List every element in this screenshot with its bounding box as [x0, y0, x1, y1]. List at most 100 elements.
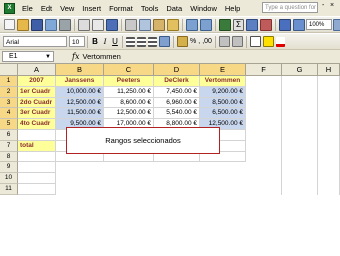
excel-app-icon[interactable]: X [4, 2, 15, 14]
column-header-a[interactable]: A [18, 64, 56, 76]
currency-icon[interactable] [177, 36, 188, 47]
row-header[interactable]: 10 [0, 173, 18, 184]
autosum-icon[interactable]: Σ [233, 18, 244, 31]
row-header[interactable]: 5 [0, 119, 18, 130]
cell-a5[interactable]: 4to Cuadr [18, 119, 56, 130]
cell-b3[interactable]: 12,500.00 € [56, 97, 104, 109]
menu-data[interactable]: Data [162, 4, 186, 13]
spelling-icon[interactable] [106, 18, 118, 31]
align-right-icon[interactable] [148, 36, 157, 47]
empty-cell-area[interactable] [318, 76, 340, 195]
row-header[interactable]: 7 [0, 140, 18, 152]
cell-c1[interactable]: Peeters [104, 76, 154, 87]
fill-color-icon[interactable] [262, 36, 274, 47]
print-preview-icon[interactable] [92, 18, 104, 31]
select-all-corner[interactable] [0, 64, 18, 76]
column-header-h[interactable]: H [318, 64, 340, 76]
cell-a2[interactable]: 1er Cuadr [18, 86, 56, 98]
copy-icon[interactable] [139, 18, 151, 31]
row-header[interactable]: 3 [0, 97, 18, 109]
cell-a1[interactable]: 2007 [18, 76, 56, 87]
insert-function-icon[interactable]: fx [72, 52, 79, 61]
align-center-icon[interactable] [137, 36, 146, 47]
menu-view[interactable]: Vew [56, 4, 78, 13]
empty-cell-area[interactable] [282, 76, 318, 195]
chart-wizard-icon[interactable] [279, 18, 291, 31]
merge-center-icon[interactable] [159, 36, 170, 47]
cell-d4[interactable]: 5,540.00 € [154, 108, 200, 120]
open-folder-icon[interactable] [17, 18, 29, 31]
cell-a8[interactable] [18, 151, 56, 163]
print-icon[interactable] [78, 18, 90, 31]
empty-cell-area[interactable] [246, 76, 282, 195]
menu-help[interactable]: Help [221, 4, 244, 13]
formula-content[interactable]: Vertommen [82, 52, 120, 61]
menu-window[interactable]: Window [186, 4, 221, 13]
sort-ascending-icon[interactable] [246, 18, 258, 31]
cell-e2[interactable]: 9,200.00 € [200, 86, 246, 98]
font-name-select[interactable]: Arial [3, 36, 67, 47]
column-header-d[interactable]: D [154, 64, 200, 76]
format-painter-icon[interactable] [167, 18, 179, 31]
cell-a9[interactable] [18, 162, 56, 174]
column-header-c[interactable]: C [104, 64, 154, 76]
underline-button[interactable]: U [110, 36, 120, 47]
help-question-input[interactable]: Type a question for help [262, 2, 318, 13]
cell-d3[interactable]: 6,960.00 € [154, 97, 200, 109]
cut-icon[interactable] [125, 18, 137, 31]
chevron-down-icon[interactable]: ▼ [45, 52, 51, 62]
cell-c2[interactable]: 11,250.00 € [104, 86, 154, 98]
paste-icon[interactable] [153, 18, 165, 31]
column-header-g[interactable]: G [282, 64, 318, 76]
font-size-select[interactable]: 10 [69, 36, 85, 47]
cell-d2[interactable]: 7,450.00 € [154, 86, 200, 98]
cell-a3[interactable]: 2do Cuadr [18, 97, 56, 109]
help-icon[interactable] [333, 18, 340, 31]
row-header[interactable]: 2 [0, 86, 18, 98]
name-box[interactable]: E1 ▼ [2, 51, 54, 62]
decrease-indent-icon[interactable] [218, 36, 230, 47]
email-icon[interactable] [59, 18, 71, 31]
font-color-icon[interactable] [275, 36, 285, 47]
new-document-icon[interactable] [4, 19, 15, 30]
italic-button[interactable]: I [100, 36, 110, 47]
row-header[interactable]: 11 [0, 184, 18, 195]
zoom-select[interactable]: 100% [306, 19, 332, 30]
permission-icon[interactable] [45, 18, 57, 31]
cell-c3[interactable]: 8,600.00 € [104, 97, 154, 109]
menu-file[interactable]: Ele [18, 4, 37, 13]
hyperlink-icon[interactable] [219, 18, 231, 31]
close-window-button[interactable]: × [330, 2, 334, 9]
cell-a11[interactable] [18, 184, 56, 195]
cell-b2[interactable]: 10,000.00 € [56, 86, 104, 98]
cell-a6[interactable] [18, 130, 56, 141]
row-header[interactable]: 9 [0, 162, 18, 174]
menu-tools[interactable]: Tools [137, 4, 163, 13]
undo-icon[interactable] [186, 18, 198, 31]
column-header-b[interactable]: B [56, 64, 104, 76]
row-header[interactable]: 1 [0, 76, 18, 87]
bold-button[interactable]: B [90, 36, 100, 47]
row-header[interactable]: 8 [0, 151, 18, 163]
increase-indent-icon[interactable] [231, 36, 243, 47]
decimal-button[interactable]: ,00 [201, 38, 213, 45]
cell-a4[interactable]: 3er Cuadr [18, 108, 56, 120]
save-disk-icon[interactable] [31, 18, 43, 31]
column-header-f[interactable]: F [246, 64, 282, 76]
borders-icon[interactable] [249, 36, 261, 47]
cell-a7-total[interactable]: total [18, 140, 56, 152]
cell-e1[interactable]: Vertommen [200, 76, 246, 87]
cell-c4[interactable]: 12,500.00 € [104, 108, 154, 120]
menu-edit[interactable]: Edt [37, 4, 56, 13]
minimize-window-button[interactable]: - [322, 2, 324, 9]
row-header[interactable]: 6 [0, 130, 18, 141]
sort-descending-icon[interactable] [260, 18, 272, 31]
column-header-e[interactable]: E [200, 64, 246, 76]
menu-format[interactable]: Format [105, 4, 137, 13]
cell-e3[interactable]: 8,500.00 € [200, 97, 246, 109]
menu-insert[interactable]: Insert [78, 4, 105, 13]
cell-d1[interactable]: DeClerk [154, 76, 200, 87]
percent-style-button[interactable]: % [189, 38, 197, 45]
row-header[interactable]: 4 [0, 108, 18, 120]
drawing-icon[interactable] [293, 18, 305, 31]
